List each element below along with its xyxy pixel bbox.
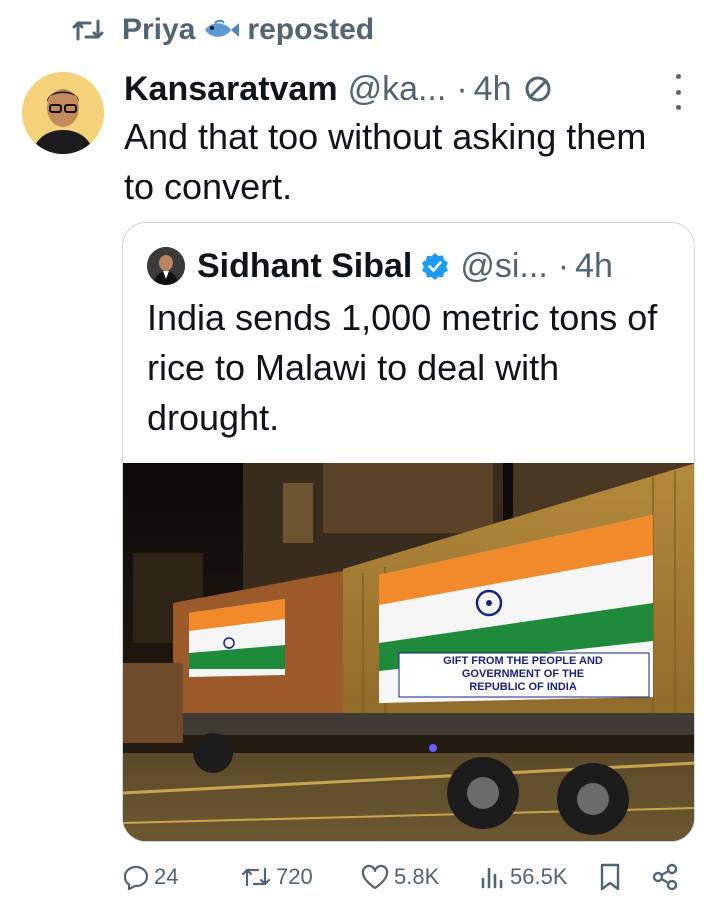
share-button[interactable] [650, 852, 684, 902]
reply-count: 24 [154, 864, 179, 889]
views-icon [481, 867, 503, 889]
view-count: 56.5K [510, 864, 568, 889]
tweet-text: And that too without asking them to conv… [124, 116, 647, 207]
svg-text:GOVERNMENT OF THE: GOVERNMENT OF THE [462, 668, 584, 680]
like-button[interactable]: 5.8K [360, 852, 439, 902]
repost-button[interactable]: 720 [240, 852, 313, 902]
separator-dot: · [456, 69, 468, 108]
quoted-author-handle: @si... [460, 246, 548, 285]
tweet-actions-bar: 24 720 5.8K 56.5K [0, 852, 719, 902]
svg-text:GIFT FROM THE PEOPLE AND: GIFT FROM THE PEOPLE AND [443, 655, 603, 667]
verified-badge-icon [420, 251, 450, 281]
quoted-tweet-text: India sends 1,000 metric tons of rice to… [147, 297, 658, 438]
heart-icon [361, 864, 389, 890]
author-avatar[interactable] [22, 72, 104, 154]
repost-suffix: reposted [247, 13, 375, 46]
author-handle[interactable]: @ka... [348, 70, 447, 109]
quoted-timestamp: 4h [575, 246, 613, 285]
quoted-tweet-photo[interactable]: GIFT FROM THE PEOPLE AND GOVERNMENT OF T… [123, 463, 694, 841]
reply-button[interactable]: 24 [122, 852, 178, 902]
fish-emoji-icon [201, 17, 241, 43]
repost-context[interactable]: Priya reposted [66, 8, 374, 52]
separator-dot: · [557, 246, 570, 285]
share-icon [652, 863, 678, 891]
repost-icon [66, 12, 110, 48]
quoted-author-avatar [147, 247, 185, 285]
tweet-timestamp[interactable]: 4h [474, 70, 512, 109]
reply-icon [123, 865, 149, 891]
muted-icon [523, 74, 553, 104]
like-count: 5.8K [394, 864, 440, 889]
reposter-name[interactable]: Priya [122, 13, 195, 47]
quoted-author-name: Sidhant Sibal [197, 246, 413, 285]
svg-text:REPUBLIC OF INDIA: REPUBLIC OF INDIA [469, 681, 577, 693]
tweet-header: Kansaratvam @ka... · 4h [124, 66, 553, 112]
views-button[interactable]: 56.5K [478, 852, 568, 902]
repost-count: 720 [276, 864, 313, 889]
author-name[interactable]: Kansaratvam [124, 70, 338, 109]
repost-icon [241, 867, 271, 887]
quoted-tweet-card[interactable]: Sidhant Sibal @si... · 4h India sends 1,… [122, 222, 695, 842]
quoted-tweet-header: Sidhant Sibal @si... · 4h [147, 243, 613, 289]
bookmark-button[interactable] [598, 852, 626, 902]
bookmark-icon [600, 863, 620, 891]
more-options-icon[interactable] [668, 74, 688, 110]
